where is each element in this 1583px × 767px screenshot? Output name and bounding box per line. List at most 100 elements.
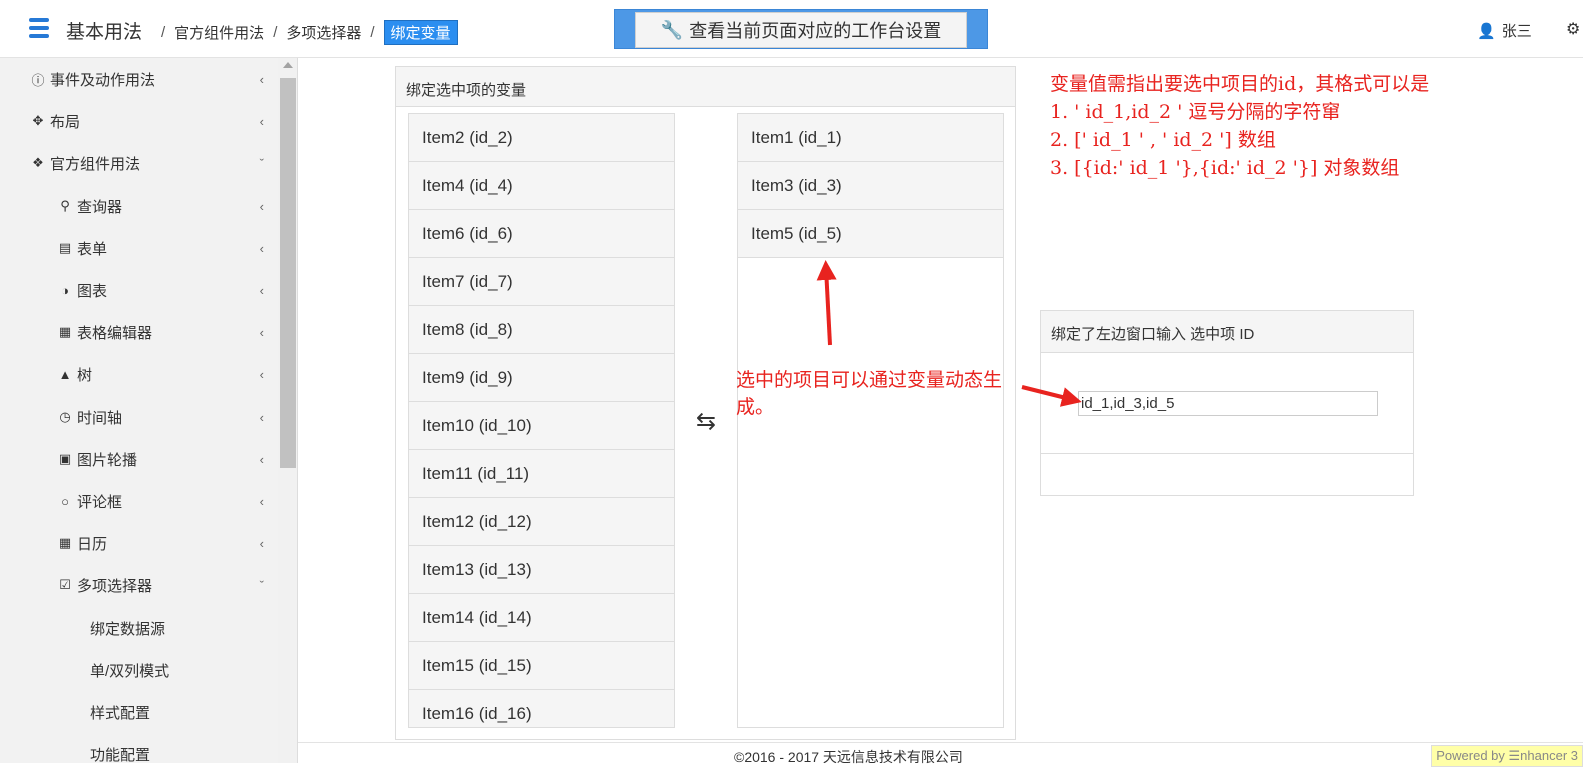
- workspace-settings-label: 查看当前页面对应的工作台设置: [689, 21, 942, 41]
- note-line: 2. [' id_1 ' , ' id_2 '] 数组: [1050, 129, 1276, 151]
- chevron-left-icon: ‹: [259, 366, 264, 382]
- list-item[interactable]: Item7 (id_7): [409, 258, 674, 306]
- chevron-left-icon: ‹: [259, 451, 264, 467]
- sidebar-scrollbar[interactable]: [278, 58, 298, 763]
- sidebar-item-calendar[interactable]: ▦ 日历 ‹: [0, 522, 278, 564]
- breadcrumb-active: 绑定变量: [383, 20, 458, 45]
- sidebar-item-carousel[interactable]: ▣ 图片轮播 ‹: [0, 438, 278, 480]
- sidebar-item-label: 样式配置: [90, 704, 151, 722]
- sidebar-item-label: 官方组件用法: [50, 155, 141, 173]
- list-item[interactable]: Item13 (id_13): [409, 546, 674, 594]
- sidebar-item-label: 评论框: [77, 493, 123, 511]
- chevron-left-icon: ‹: [259, 535, 264, 551]
- breadcrumb-item[interactable]: 官方组件用法: [174, 22, 264, 43]
- sidebar-item-multiselect[interactable]: ☑ 多项选择器 ˇ: [0, 564, 278, 606]
- list-item[interactable]: Item5 (id_5): [738, 210, 1003, 258]
- chevron-down-icon: ˇ: [259, 577, 264, 593]
- sidebar-item-events[interactable]: ⓘ 事件及动作用法 ‹: [0, 58, 278, 100]
- page-footer: ©2016 - 2017 天远信息技术有限公司 Powered by ☰nhan…: [298, 742, 1583, 767]
- workspace-settings-button[interactable]: 🔧 查看当前页面对应的工作台设置: [635, 12, 967, 48]
- list-item[interactable]: Item9 (id_9): [409, 354, 674, 402]
- search-icon: ⚲: [60, 198, 70, 213]
- chevron-left-icon: ‹: [259, 493, 264, 509]
- sidebar-item-label: 功能配置: [90, 746, 151, 764]
- sidebar-item-feature-config[interactable]: 功能配置: [0, 733, 278, 764]
- comment-icon: ○: [61, 493, 69, 509]
- multiselect-panel: 绑定选中项的变量 Item2 (id_2) Item4 (id_4) Item6 (…: [395, 66, 1016, 740]
- sidebar-item-label: 日历: [77, 535, 108, 553]
- sidebar: ⓘ 事件及动作用法 ‹ ✥ 布局 ‹ ❖ 官方组件用法 ˇ ⚲ 查询器 ‹ ▤ …: [0, 58, 278, 763]
- chevron-left-icon: ‹: [259, 198, 264, 214]
- panel-title: 绑定选中项的变量: [396, 67, 1015, 107]
- chevron-left-icon: ‹: [259, 71, 264, 87]
- sidebar-item-bind-datasource[interactable]: 绑定数据源: [0, 607, 278, 649]
- sidebar-item-column-mode[interactable]: 单/双列模式: [0, 649, 278, 691]
- sidebar-item-label: 查询器: [77, 198, 123, 216]
- sidebar-item-comment[interactable]: ○ 评论框 ‹: [0, 480, 278, 522]
- gear-icon[interactable]: ⚙: [1566, 19, 1580, 39]
- list-item[interactable]: Item8 (id_8): [409, 306, 674, 354]
- sidebar-item-label: 布局: [50, 113, 81, 131]
- list-item[interactable]: Item6 (id_6): [409, 210, 674, 258]
- bound-id-panel-title: 绑定了左边窗口输入 选中项 ID: [1041, 311, 1413, 353]
- user-menu[interactable]: 👤 张三: [1477, 20, 1532, 41]
- sidebar-item-label: 多项选择器: [77, 577, 153, 595]
- list-item[interactable]: Item1 (id_1): [738, 114, 1003, 162]
- chevron-left-icon: ‹: [259, 409, 264, 425]
- sitemap-icon: ▲: [58, 366, 72, 382]
- list-item[interactable]: Item16 (id_16): [409, 690, 674, 727]
- move-icon: ✥: [32, 113, 44, 128]
- sidebar-item-label: 表格编辑器: [77, 324, 153, 342]
- sidebar-item-table-editor[interactable]: ▦ 表格编辑器 ‹: [0, 311, 278, 353]
- list-item[interactable]: Item11 (id_11): [409, 450, 674, 498]
- clock-icon: ◷: [59, 409, 71, 424]
- list-item[interactable]: Item14 (id_14): [409, 594, 674, 642]
- sidebar-item-layout[interactable]: ✥ 布局 ‹: [0, 100, 278, 142]
- list-item[interactable]: Item2 (id_2): [409, 114, 674, 162]
- annotation-text: 选中的项目可以通过变量动态生成。: [736, 370, 1003, 418]
- image-icon: ▣: [58, 451, 72, 466]
- sidebar-item-label: 表单: [77, 240, 108, 258]
- list-item[interactable]: Item12 (id_12): [409, 498, 674, 546]
- chevron-left-icon: ‹: [259, 324, 264, 340]
- selected-ids-input[interactable]: [1078, 391, 1378, 416]
- user-name: 张三: [1501, 23, 1532, 40]
- checkbox-icon: ☑: [59, 577, 71, 592]
- scrollbar-thumb[interactable]: [280, 78, 296, 468]
- note-line: 变量值需指出要选中项目的id，其格式可以是: [1050, 73, 1430, 95]
- scroll-up-arrow-icon[interactable]: [283, 62, 293, 68]
- list-item[interactable]: Item3 (id_3): [738, 162, 1003, 210]
- sidebar-item-form[interactable]: ▤ 表单 ‹: [0, 227, 278, 269]
- top-header: 基本用法 / 官方组件用法 / 多项选择器 / 绑定变量 🔧 查看当前页面对应的…: [0, 0, 1583, 58]
- list-item[interactable]: Item10 (id_10): [409, 402, 674, 450]
- note-line: 1. ' id_1,id_2 ' 逗号分隔的字符窜: [1050, 101, 1341, 123]
- table-icon: ▦: [58, 324, 72, 339]
- puzzle-icon: ❖: [32, 155, 44, 170]
- form-icon: ▤: [58, 240, 72, 255]
- sidebar-item-query[interactable]: ⚲ 查询器 ‹: [0, 185, 278, 227]
- chevron-left-icon: ‹: [259, 113, 264, 129]
- sidebar-item-chart[interactable]: ◑ 图表 ‹: [0, 269, 278, 311]
- bound-id-panel: 绑定了左边窗口输入 选中项 ID: [1040, 310, 1414, 496]
- unselected-list: Item2 (id_2) Item4 (id_4) Item6 (id_6) Item…: [408, 113, 675, 728]
- list-item[interactable]: Item15 (id_15): [409, 642, 674, 690]
- powered-by-badge[interactable]: Powered by ☰nhancer 3: [1431, 745, 1583, 767]
- calendar-icon: ▦: [58, 535, 72, 550]
- format-note: 变量值需指出要选中项目的id，其格式可以是 1. ' id_1,id_2 ' 逗…: [1050, 70, 1429, 182]
- copyright-text: ©2016 - 2017 天远信息技术有限公司: [734, 749, 963, 765]
- menu-toggle-icon[interactable]: [29, 18, 49, 38]
- user-icon: 👤: [1477, 22, 1496, 40]
- bound-id-panel-footer: [1041, 453, 1413, 495]
- breadcrumb-item[interactable]: 多项选择器: [286, 22, 361, 43]
- sidebar-item-timeline[interactable]: ◷ 时间轴 ‹: [0, 396, 278, 438]
- sidebar-item-tree[interactable]: ▲ 树 ‹: [0, 353, 278, 395]
- sidebar-item-components[interactable]: ❖ 官方组件用法 ˇ: [0, 142, 278, 184]
- info-icon: ⓘ: [31, 72, 45, 88]
- workspace-banner: 🔧 查看当前页面对应的工作台设置: [614, 9, 988, 49]
- swap-arrows-icon[interactable]: ⇆: [690, 407, 722, 436]
- list-item[interactable]: Item4 (id_4): [409, 162, 674, 210]
- sidebar-item-style-config[interactable]: 样式配置: [0, 691, 278, 733]
- sidebar-item-label: 绑定数据源: [90, 620, 166, 638]
- sidebar-item-label: 事件及动作用法: [50, 71, 156, 89]
- chevron-left-icon: ‹: [259, 282, 264, 298]
